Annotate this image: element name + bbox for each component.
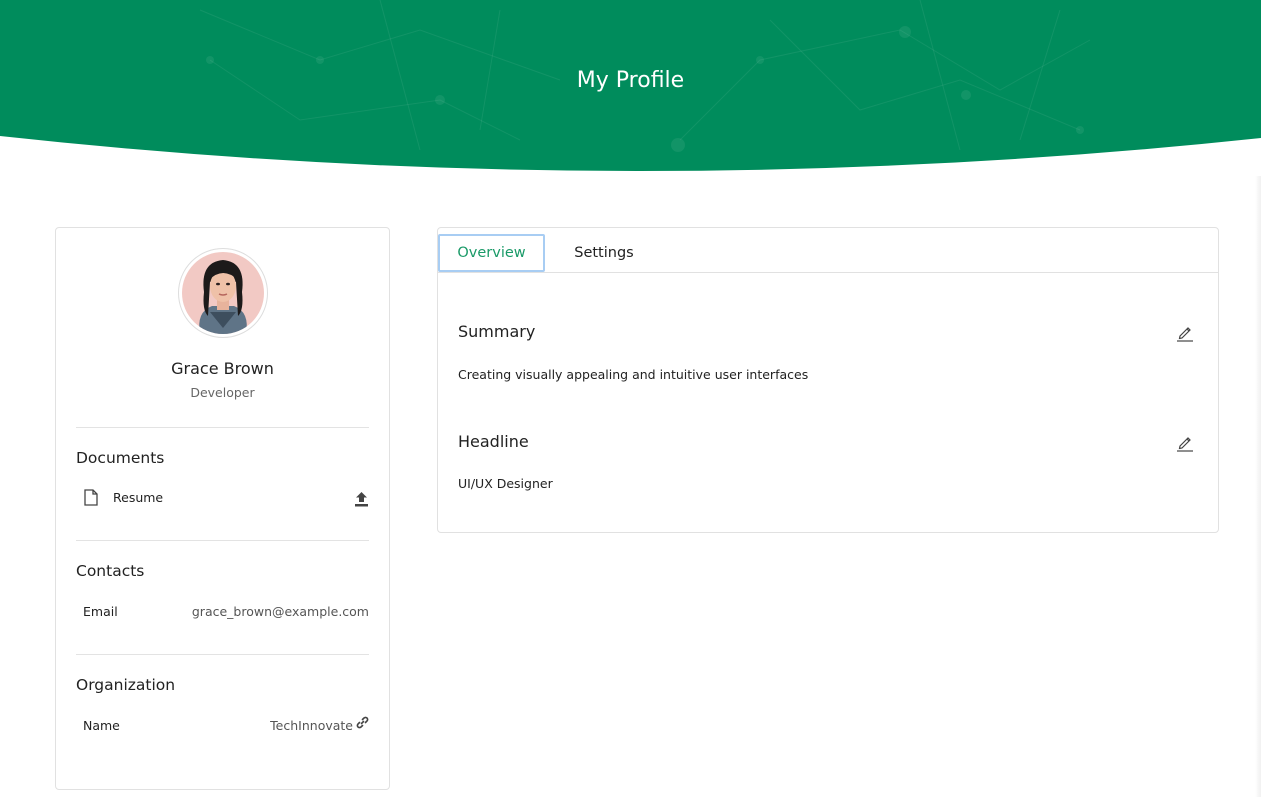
page-title: My Profile <box>576 68 685 93</box>
divider <box>76 654 369 655</box>
divider <box>76 540 369 541</box>
organization-name-value[interactable]: TechInnovate <box>270 718 353 733</box>
email-value: grace_brown@example.com <box>191 604 369 619</box>
link-icon[interactable] <box>356 716 369 729</box>
profile-header-banner: My Profile <box>0 0 1261 176</box>
file-icon <box>84 489 98 506</box>
summary-title: Summary <box>458 322 536 341</box>
profile-name: Grace Brown <box>171 359 274 378</box>
headline-text: UI/UX Designer <box>458 476 553 491</box>
tab-settings[interactable]: Settings <box>560 234 648 272</box>
pencil-icon[interactable] <box>1176 324 1194 342</box>
avatar <box>178 248 268 338</box>
avatar-photo <box>182 252 264 334</box>
organization-name-label: Name <box>83 718 120 733</box>
summary-text: Creating visually appealing and intuitiv… <box>458 367 809 382</box>
scrollbar-shadow <box>1255 176 1261 797</box>
pencil-icon[interactable] <box>1176 434 1194 452</box>
contacts-title: Contacts <box>76 562 145 580</box>
organization-title: Organization <box>76 676 176 694</box>
profile-details-card: Overview Settings Summary Creating visua… <box>437 227 1219 533</box>
tab-bar: Overview Settings <box>438 228 1218 273</box>
headline-title: Headline <box>458 432 529 451</box>
profile-role: Developer <box>190 385 255 400</box>
divider <box>76 427 369 428</box>
tab-overview[interactable]: Overview <box>438 234 545 272</box>
document-item-resume[interactable]: Resume <box>113 490 163 505</box>
documents-title: Documents <box>76 449 165 467</box>
upload-icon[interactable] <box>354 491 369 507</box>
email-label: Email <box>83 604 118 619</box>
profile-card: Grace Brown Developer Documents Resume C… <box>55 227 390 790</box>
